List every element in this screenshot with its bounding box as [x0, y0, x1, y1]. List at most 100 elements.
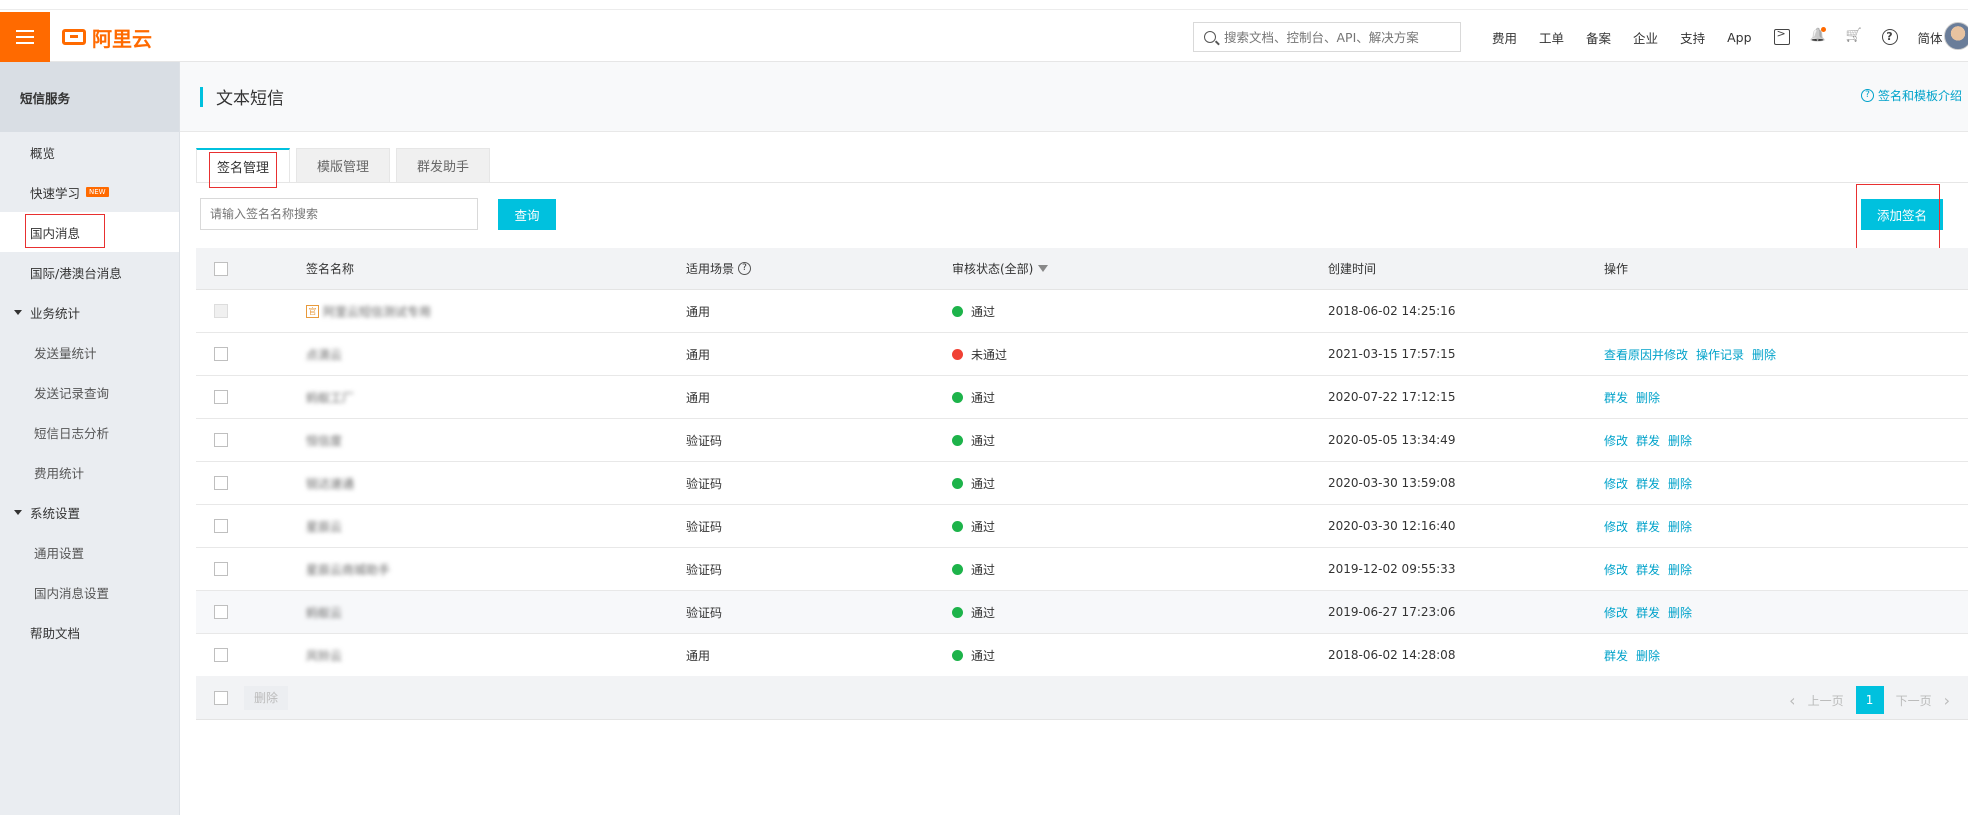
sidebar-group-system-settings[interactable]: 系统设置 [0, 492, 179, 532]
edit-link[interactable]: 修改 [1604, 475, 1628, 492]
sidebar-item-domestic-settings[interactable]: 国内消息设置 [0, 572, 179, 612]
status: 通过 [952, 462, 995, 504]
scene: 通用 [686, 347, 711, 362]
delete-link[interactable]: 删除 [1752, 346, 1776, 363]
sidebar-item-label: 国内消息 [30, 225, 81, 241]
status-ok-icon [952, 305, 963, 317]
table-row: 恒信度 验证码 通过 2020-05-05 13:34:49 修改 群发 删除 [196, 419, 1968, 462]
row-actions: 修改 群发 删除 [1604, 462, 1700, 504]
language-switch[interactable]: 简体 [1918, 28, 1943, 47]
tab-signature-management[interactable]: 签名管理 [196, 148, 291, 182]
bulk-send-link[interactable]: 群发 [1636, 561, 1660, 578]
sidebar-item-general-settings[interactable]: 通用设置 [0, 532, 179, 572]
top-link-beian[interactable]: 备案 [1586, 28, 1611, 47]
edit-link[interactable]: 修改 [1604, 604, 1628, 621]
sidebar-item-label: 系统设置 [30, 505, 81, 521]
signature-name-text: 蚂蚁工厂 [306, 390, 355, 405]
aliyun-logo-icon [62, 29, 86, 45]
top-links: 费用 工单 备案 企业 支持 App ? 简体 [1492, 26, 1965, 48]
bell-icon[interactable] [1810, 27, 1826, 45]
edit-link[interactable]: 修改 [1604, 518, 1628, 535]
row-checkbox[interactable] [214, 347, 228, 361]
status: 通过 [952, 419, 995, 461]
logo-text: 阿里云 [92, 26, 152, 51]
menu-toggle-button[interactable] [0, 12, 50, 62]
row-checkbox[interactable] [214, 562, 228, 576]
delete-link[interactable]: 删除 [1668, 432, 1692, 449]
bulk-send-link[interactable]: 群发 [1604, 647, 1628, 664]
add-signature-button[interactable]: 添加签名 [1861, 199, 1943, 230]
table-row: 官阿里云短信测试专用 通用 通过 2018-06-02 14:25:16 [196, 290, 1968, 333]
signature-search-input[interactable] [200, 198, 478, 230]
global-search[interactable] [1193, 22, 1461, 52]
intro-link[interactable]: ? 签名和模板介绍 [1860, 87, 1962, 104]
prev-page-button[interactable]: 上一页 [1808, 692, 1844, 709]
row-checkbox[interactable] [214, 476, 228, 490]
tab-template-management[interactable]: 模版管理 [296, 148, 391, 182]
global-search-input[interactable] [1224, 29, 1454, 45]
edit-link[interactable]: 修改 [1604, 561, 1628, 578]
row-checkbox[interactable] [214, 390, 228, 404]
sidebar-item-help-docs[interactable]: 帮助文档 [0, 612, 179, 652]
top-link-ticket[interactable]: 工单 [1539, 28, 1564, 47]
query-button[interactable]: 查询 [498, 199, 556, 230]
sidebar-item-quick-learn[interactable]: 快速学习 NEW [0, 172, 179, 212]
status: 通过 [952, 376, 995, 418]
footer-select-all-checkbox[interactable] [214, 691, 228, 705]
row-checkbox[interactable] [214, 648, 228, 662]
delete-link[interactable]: 删除 [1668, 475, 1692, 492]
user-avatar[interactable] [1944, 22, 1968, 50]
row-checkbox[interactable] [214, 605, 228, 619]
status: 通过 [952, 505, 995, 547]
sidebar-item-cost-stats[interactable]: 费用统计 [0, 452, 179, 492]
page-title: 文本短信 [216, 89, 284, 109]
sidebar-item-domestic-messages[interactable]: 国内消息 [0, 212, 179, 252]
top-link-enterprise[interactable]: 企业 [1633, 28, 1658, 47]
top-link-fee[interactable]: 费用 [1492, 28, 1517, 47]
sidebar-item-international-messages[interactable]: 国际/港澳台消息 [0, 252, 179, 292]
help-icon[interactable]: ? [1881, 29, 1898, 45]
delete-link[interactable]: 删除 [1668, 518, 1692, 535]
sidebar-item-send-volume[interactable]: 发送量统计 [0, 332, 179, 372]
top-link-app[interactable]: App [1727, 30, 1751, 45]
bulk-send-link[interactable]: 群发 [1636, 604, 1660, 621]
sidebar-item-label: 帮助文档 [30, 625, 81, 641]
status-text: 未通过 [971, 347, 1008, 362]
row-checkbox[interactable] [214, 519, 228, 533]
tab-bulk-send[interactable]: 群发助手 [396, 148, 491, 182]
scene: 通用 [686, 390, 711, 405]
page-number-current[interactable]: 1 [1855, 686, 1884, 714]
top-link-support[interactable]: 支持 [1680, 28, 1705, 47]
table-row: 星辰云商城助手 验证码 通过 2019-12-02 09:55:33 修改 群发… [196, 548, 1968, 591]
row-actions: 群发 删除 [1604, 376, 1668, 418]
select-all-checkbox[interactable] [214, 261, 228, 276]
title-accent-bar [200, 87, 203, 107]
bulk-send-link[interactable]: 群发 [1636, 518, 1660, 535]
delete-link[interactable]: 删除 [1668, 604, 1692, 621]
bulk-delete-button[interactable]: 删除 [244, 686, 289, 710]
edit-link[interactable]: 修改 [1604, 432, 1628, 449]
sidebar-group-business-stats[interactable]: 业务统计 [0, 292, 179, 332]
delete-link[interactable]: 删除 [1636, 389, 1660, 406]
delete-link[interactable]: 删除 [1668, 561, 1692, 578]
row-checkbox[interactable] [214, 433, 228, 447]
cart-icon[interactable] [1846, 29, 1862, 45]
terminal-icon[interactable] [1773, 27, 1790, 45]
created-time: 2020-03-30 12:16:40 [1328, 519, 1456, 533]
delete-link[interactable]: 删除 [1636, 647, 1660, 664]
header-created: 创建时间 [1328, 262, 1377, 276]
view-reason-link[interactable]: 查看原因并修改 [1604, 346, 1688, 363]
bulk-send-link[interactable]: 群发 [1604, 389, 1628, 406]
bulk-send-link[interactable]: 群发 [1636, 432, 1660, 449]
sidebar-item-log-analysis[interactable]: 短信日志分析 [0, 412, 179, 452]
aliyun-logo[interactable]: 阿里云 [62, 22, 152, 52]
sidebar-item-send-records[interactable]: 发送记录查询 [0, 372, 179, 412]
sidebar-item-overview[interactable]: 概览 [0, 132, 179, 172]
sidebar-item-label: 国际/港澳台消息 [30, 265, 122, 281]
operation-log-link[interactable]: 操作记录 [1696, 346, 1744, 363]
filter-icon[interactable] [1038, 265, 1049, 272]
created-time: 2020-03-30 13:59:08 [1328, 476, 1456, 490]
bulk-send-link[interactable]: 群发 [1636, 475, 1660, 492]
question-icon[interactable]: ? [738, 262, 752, 275]
next-page-button[interactable]: 下一页 [1896, 692, 1932, 709]
